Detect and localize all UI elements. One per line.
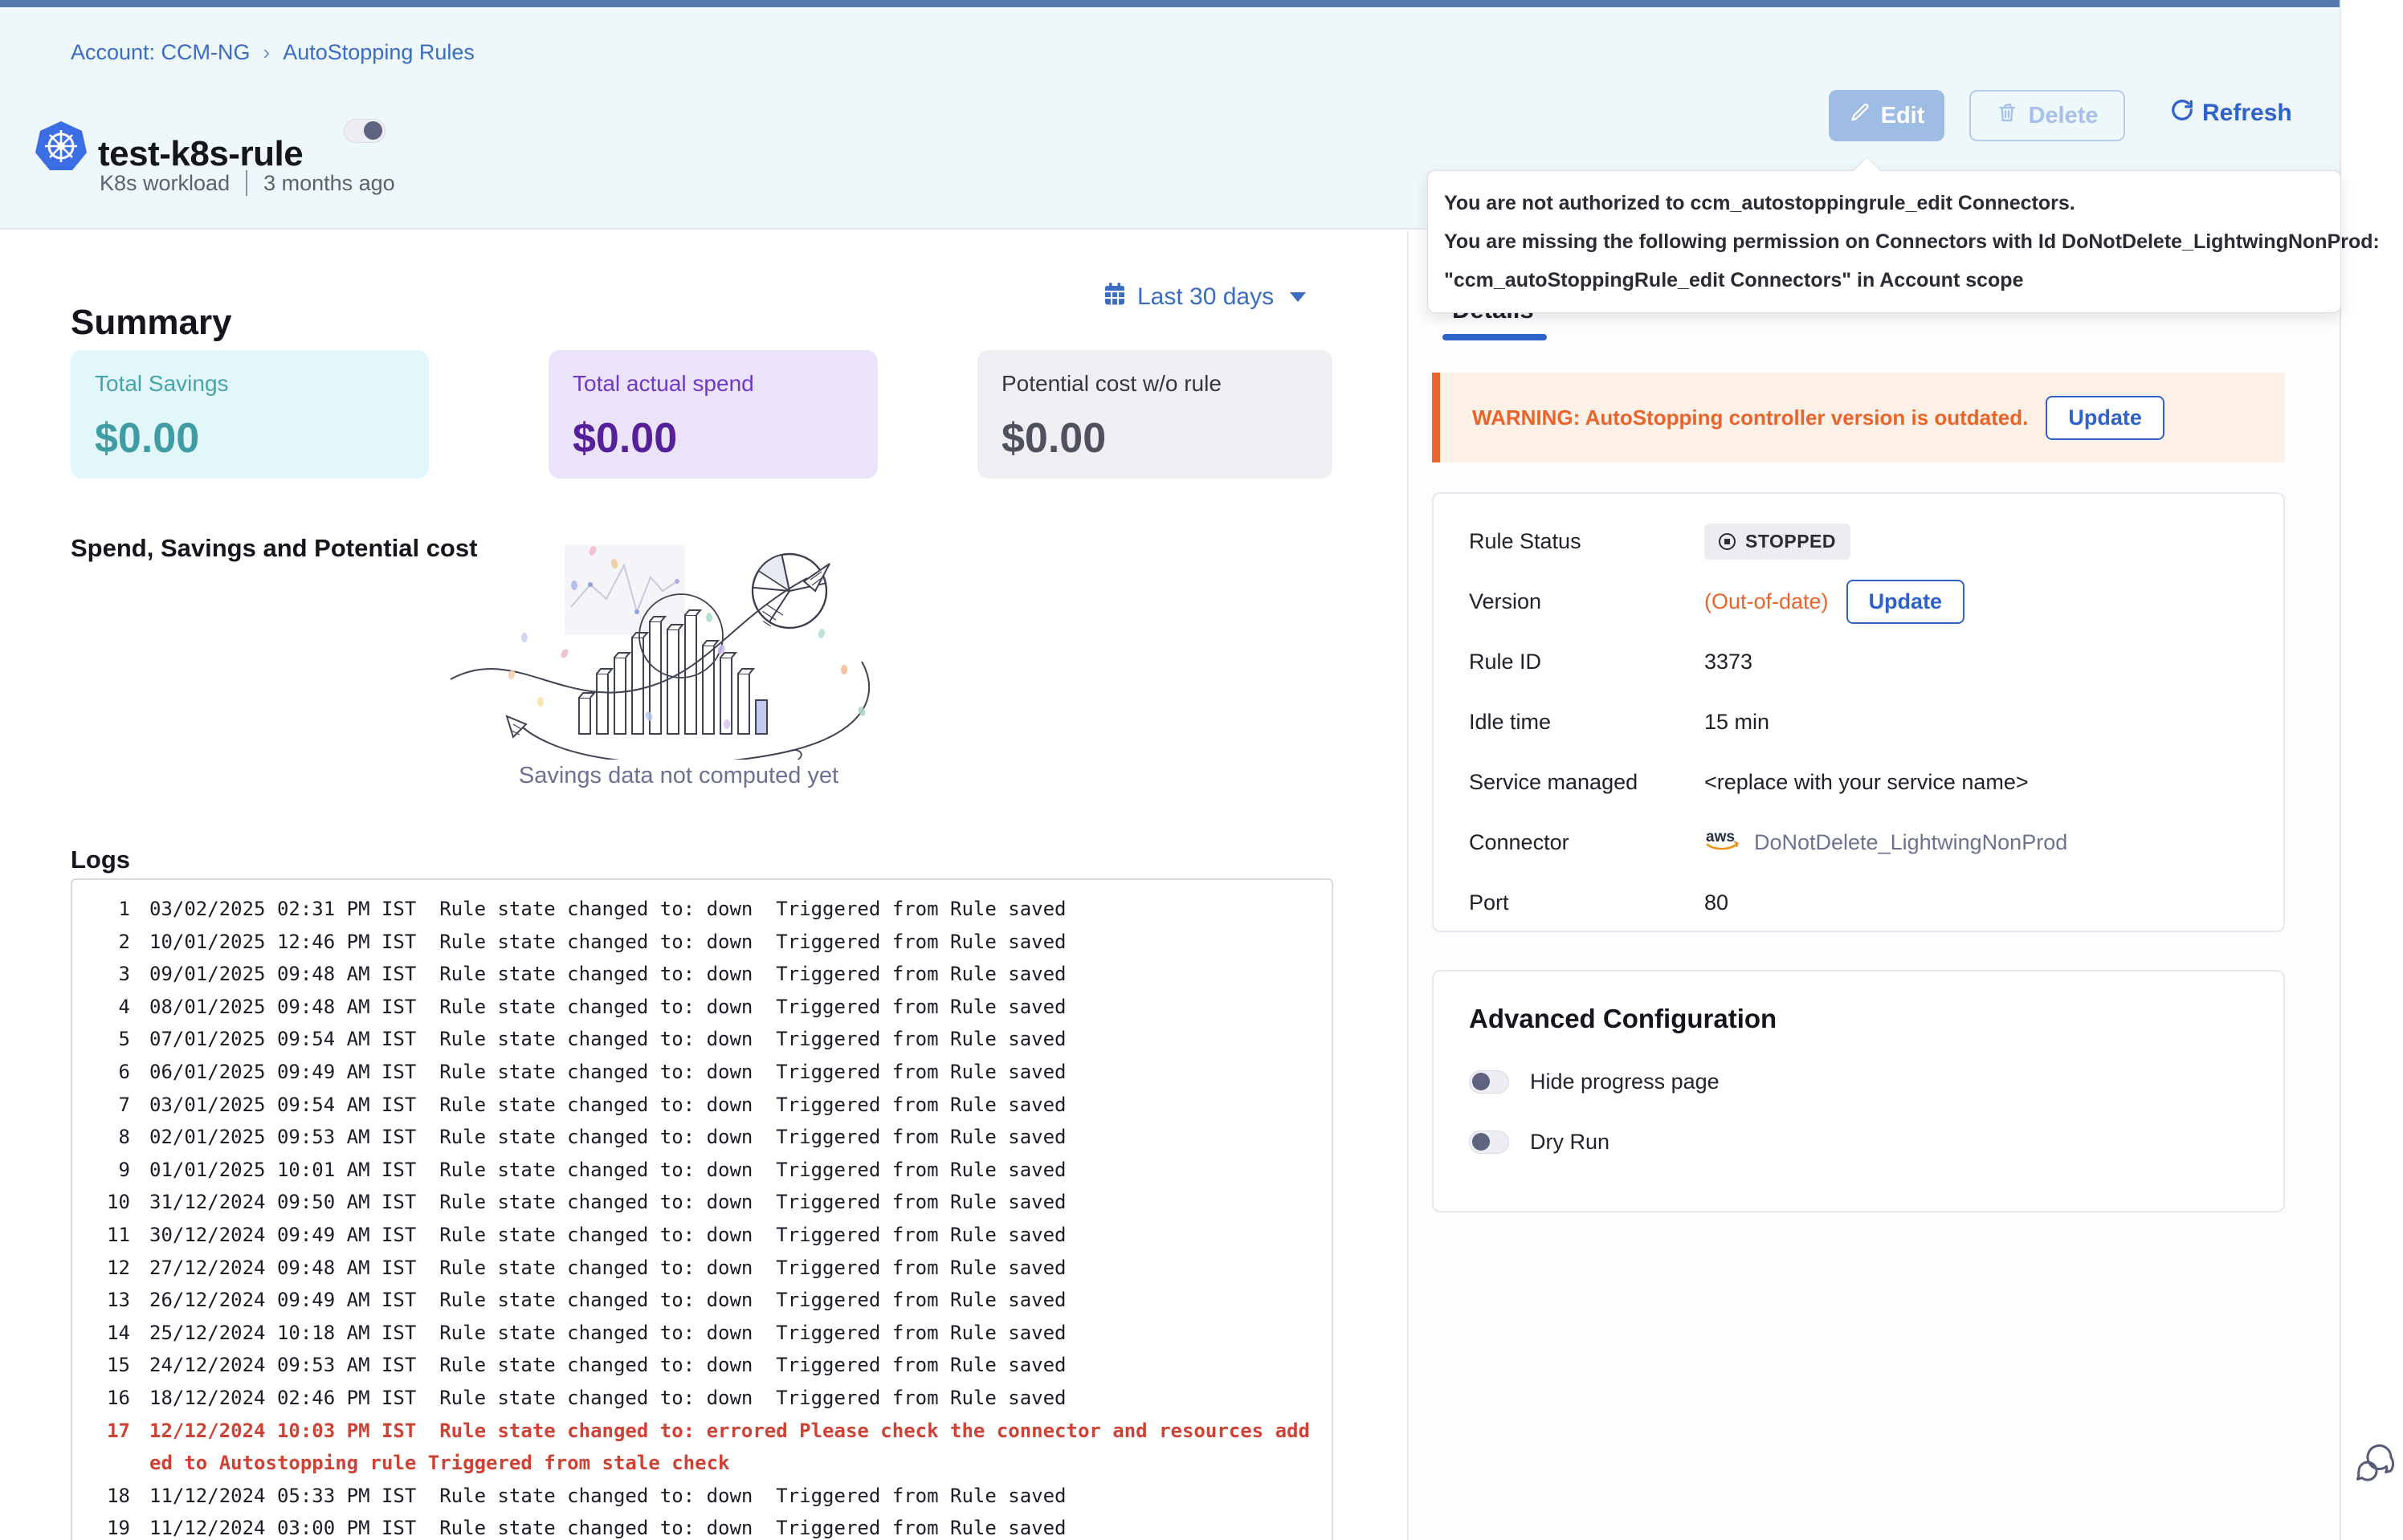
refresh-icon	[2170, 98, 2194, 128]
log-row: 1425/12/2024 10:18 AM IST Rule state cha…	[88, 1317, 1316, 1350]
controller-update-button[interactable]: Update	[2046, 396, 2164, 440]
advanced-configuration-card: Advanced Configuration Hide progress pag…	[1432, 970, 2285, 1212]
pencil-icon	[1849, 101, 1871, 130]
breadcrumb-account-link[interactable]: Account: CCM-NG	[71, 40, 251, 65]
date-range-label: Last 30 days	[1137, 283, 1274, 311]
log-row: 408/01/2025 09:48 AM IST Rule state chan…	[88, 991, 1316, 1024]
detail-row-rule-id: Rule ID 3373	[1469, 632, 2248, 692]
permission-tooltip: You are not authorized to ccm_autostoppi…	[1427, 170, 2341, 313]
summary-panel: Summary Last 30 days Total Savings $0.00…	[0, 231, 1409, 1540]
log-row: 703/01/2025 09:54 AM IST Rule state chan…	[88, 1089, 1316, 1122]
svg-text:aws: aws	[1706, 829, 1735, 845]
breadcrumb-separator: ›	[263, 40, 271, 65]
breadcrumb: Account: CCM-NG › AutoStopping Rules	[71, 40, 475, 65]
service-managed-value: <replace with your service name>	[1704, 770, 2029, 795]
log-row: 901/01/2025 10:01 AM IST Rule state chan…	[88, 1154, 1316, 1187]
total-savings-label: Total Savings	[95, 371, 405, 397]
hide-progress-row: Hide progress page	[1469, 1069, 2248, 1094]
dry-run-row: Dry Run	[1469, 1130, 2248, 1155]
delete-button[interactable]: Delete	[1969, 90, 2125, 141]
potential-cost-card: Potential cost w/o rule $0.00	[977, 350, 1332, 479]
rule-status-badge: STOPPED	[1704, 524, 1850, 560]
connector-value: aws DoNotDelete_LightwingNonProd	[1704, 826, 2067, 859]
potential-cost-label: Potential cost w/o rule	[1002, 371, 1308, 397]
autostopping-rule-page: Account: CCM-NG › AutoStopping Rules tes…	[0, 0, 2403, 1540]
log-row: 1031/12/2024 09:50 AM IST Rule state cha…	[88, 1186, 1316, 1219]
chart-heading: Spend, Savings and Potential cost	[71, 534, 477, 563]
total-savings-card: Total Savings $0.00	[71, 350, 429, 479]
date-range-filter[interactable]: Last 30 days	[1102, 281, 1306, 313]
version-out-of-date: (Out-of-date)	[1704, 589, 1829, 614]
chat-support-icon[interactable]	[2356, 1444, 2396, 1491]
rule-details-card: Rule Status STOPPED Version (Out-of-date…	[1432, 492, 2285, 932]
detail-row-idle-time: Idle time 15 min	[1469, 692, 2248, 752]
total-actual-spend-card: Total actual spend $0.00	[549, 350, 878, 479]
log-row: 210/01/2025 12:46 PM IST Rule state chan…	[88, 926, 1316, 959]
edit-button[interactable]: Edit	[1829, 90, 1944, 141]
tooltip-line-2: You are missing the following permission…	[1444, 222, 2324, 261]
savings-empty-illustration	[444, 541, 910, 764]
summary-heading: Summary	[71, 303, 232, 343]
kubernetes-icon	[35, 120, 87, 176]
detail-row-service-managed: Service managed <replace with your servi…	[1469, 752, 2248, 813]
tab-active-underline	[1442, 334, 1547, 340]
top-accent-bar	[0, 0, 2340, 7]
detail-row-connector: Connector aws DoNotDelete_LightwingNonPr…	[1469, 813, 2248, 873]
chevron-down-icon	[1290, 292, 1306, 302]
log-row: 1618/12/2024 02:46 PM IST Rule state cha…	[88, 1382, 1316, 1415]
rule-id-value: 3373	[1704, 650, 1752, 674]
stopped-icon	[1719, 533, 1736, 550]
log-row: 606/01/2025 09:49 AM IST Rule state chan…	[88, 1056, 1316, 1089]
log-row: 1911/12/2024 03:00 PM IST Rule state cha…	[88, 1512, 1316, 1540]
rule-subtitle: K8s workload 3 months ago	[100, 170, 395, 196]
subtitle-divider	[246, 170, 247, 196]
log-row: 507/01/2025 09:54 AM IST Rule state chan…	[88, 1023, 1316, 1056]
dry-run-toggle[interactable]	[1469, 1131, 1509, 1154]
rule-age: 3 months ago	[263, 171, 395, 196]
log-row-error: 1712/12/2024 10:03 PM IST Rule state cha…	[88, 1415, 1316, 1480]
page-title: test-k8s-rule	[98, 134, 303, 174]
logs-heading: Logs	[71, 845, 130, 874]
log-row: 1130/12/2024 09:49 AM IST Rule state cha…	[88, 1219, 1316, 1252]
potential-cost-value: $0.00	[1002, 414, 1308, 462]
log-row: 309/01/2025 09:48 AM IST Rule state chan…	[88, 958, 1316, 991]
hide-progress-toggle[interactable]	[1469, 1070, 1509, 1094]
advanced-configuration-heading: Advanced Configuration	[1469, 1004, 2248, 1034]
log-row: 1524/12/2024 09:53 AM IST Rule state cha…	[88, 1349, 1316, 1382]
trash-icon	[1996, 101, 2018, 130]
total-actual-spend-label: Total actual spend	[573, 371, 854, 397]
log-row: 103/02/2025 02:31 PM IST Rule state chan…	[88, 893, 1316, 926]
total-savings-value: $0.00	[95, 414, 405, 462]
total-actual-spend-value: $0.00	[573, 414, 854, 462]
logs-box[interactable]: 103/02/2025 02:31 PM IST Rule state chan…	[71, 878, 1333, 1540]
calendar-icon	[1102, 281, 1128, 313]
warning-text: WARNING: AutoStopping controller version…	[1472, 405, 2028, 430]
hide-progress-label: Hide progress page	[1530, 1069, 1720, 1094]
version-update-button[interactable]: Update	[1846, 580, 1965, 624]
workload-type: K8s workload	[100, 171, 230, 196]
log-row: 1326/12/2024 09:49 AM IST Rule state cha…	[88, 1284, 1316, 1317]
port-value: 80	[1704, 890, 1728, 915]
rule-enable-toggle[interactable]	[344, 119, 386, 143]
detail-row-version: Version (Out-of-date) Update	[1469, 572, 2248, 632]
aws-icon: aws	[1704, 826, 1744, 859]
log-row: 802/01/2025 09:53 AM IST Rule state chan…	[88, 1121, 1316, 1154]
log-row: 1227/12/2024 09:48 AM IST Rule state cha…	[88, 1252, 1316, 1285]
tooltip-line-1: You are not authorized to ccm_autostoppi…	[1444, 184, 2324, 222]
tooltip-line-3: "ccm_autoStoppingRule_edit Connectors" i…	[1444, 261, 2324, 299]
dry-run-label: Dry Run	[1530, 1130, 1609, 1155]
detail-row-port: Port 80	[1469, 873, 2248, 933]
savings-empty-message: Savings data not computed yet	[398, 763, 960, 789]
idle-time-value: 15 min	[1704, 710, 1769, 735]
detail-row-rule-status: Rule Status STOPPED	[1469, 511, 2248, 572]
breadcrumb-autostopping-link[interactable]: AutoStopping Rules	[283, 40, 475, 65]
controller-warning-banner: WARNING: AutoStopping controller version…	[1432, 373, 2285, 462]
log-row: 1811/12/2024 05:33 PM IST Rule state cha…	[88, 1480, 1316, 1513]
refresh-button[interactable]: Refresh	[2170, 98, 2292, 128]
details-panel: Details WARNING: AutoStopping controller…	[1410, 231, 2340, 1540]
